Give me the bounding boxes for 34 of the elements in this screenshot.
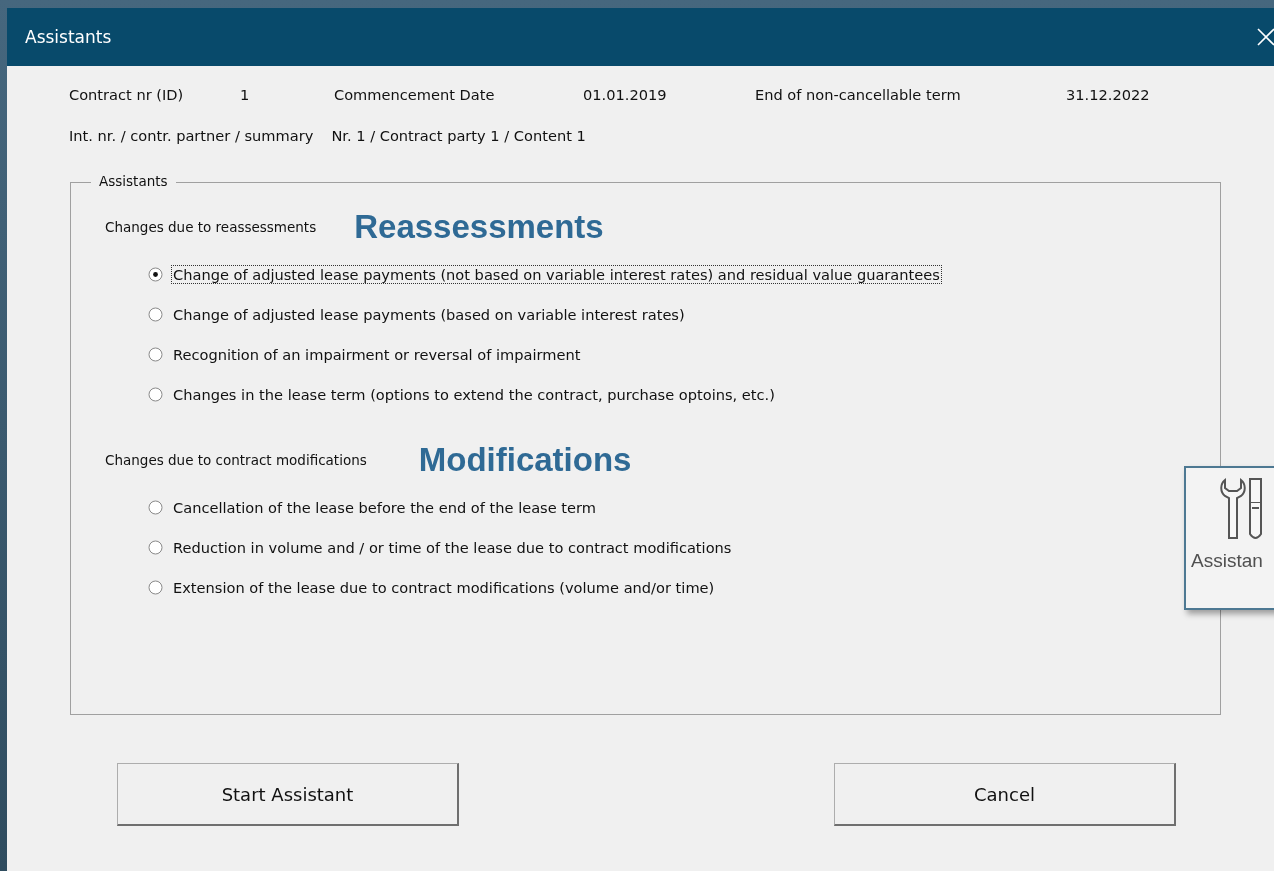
tool-card[interactable]: Assistan (1184, 466, 1274, 610)
radio-button[interactable] (148, 347, 163, 362)
close-icon[interactable] (1256, 27, 1274, 47)
field-label: Int. nr. / contr. partner / summary (69, 127, 314, 144)
field-value: Nr. 1 / Contract party 1 / Content 1 (331, 127, 586, 144)
option-label[interactable]: Reduction in volume and / or time of the lease due to contract modifications (171, 538, 734, 557)
field-value: 31.12.2022 (1066, 86, 1151, 103)
radio-button[interactable] (148, 540, 163, 555)
option-label[interactable]: Extension of the lease due to contract modifications (volume and/or time) (171, 578, 717, 597)
radio-button[interactable] (148, 267, 163, 282)
field-label: End of non-cancellable term (755, 86, 962, 103)
card-label: Assistan (1191, 550, 1263, 572)
field-label: Contract nr (ID) (69, 86, 185, 103)
option-label[interactable]: Recognition of an impairment or reversal of impairment (171, 345, 583, 364)
wrench-screwdriver-icon (1219, 476, 1265, 542)
section-heading: Changes due to reassessments (105, 219, 317, 235)
radio-button[interactable] (148, 500, 163, 515)
radio-button[interactable] (148, 307, 163, 322)
radio-button[interactable] (148, 580, 163, 595)
annotation-label: Reassessments (354, 208, 604, 246)
window-title: Assistants (25, 27, 112, 47)
field-label: Commencement Date (334, 86, 496, 103)
option-label[interactable]: Changes in the lease term (options to extend the contract, purchase optoins, etc.) (171, 385, 777, 404)
start-button[interactable]: Start Assistant (117, 763, 459, 826)
field-value: 01.01.2019 (583, 86, 668, 103)
option-label[interactable]: Change of adjusted lease payments (based on variable interest rates) (171, 305, 687, 324)
option-label[interactable]: Cancellation of the lease before the end of the lease term (171, 498, 598, 517)
annotation-label: Modifications (418, 441, 632, 479)
cancel-button[interactable]: Cancel (834, 763, 1176, 826)
option-label[interactable]: Change of adjusted lease payments (not based on variable interest rates) and residual value guarantees (171, 265, 942, 284)
field-value: 1 (240, 86, 251, 103)
radio-button[interactable] (148, 387, 163, 402)
section-heading: Changes due to contract modifications (105, 452, 367, 468)
group-legend: Assistants (91, 173, 176, 189)
